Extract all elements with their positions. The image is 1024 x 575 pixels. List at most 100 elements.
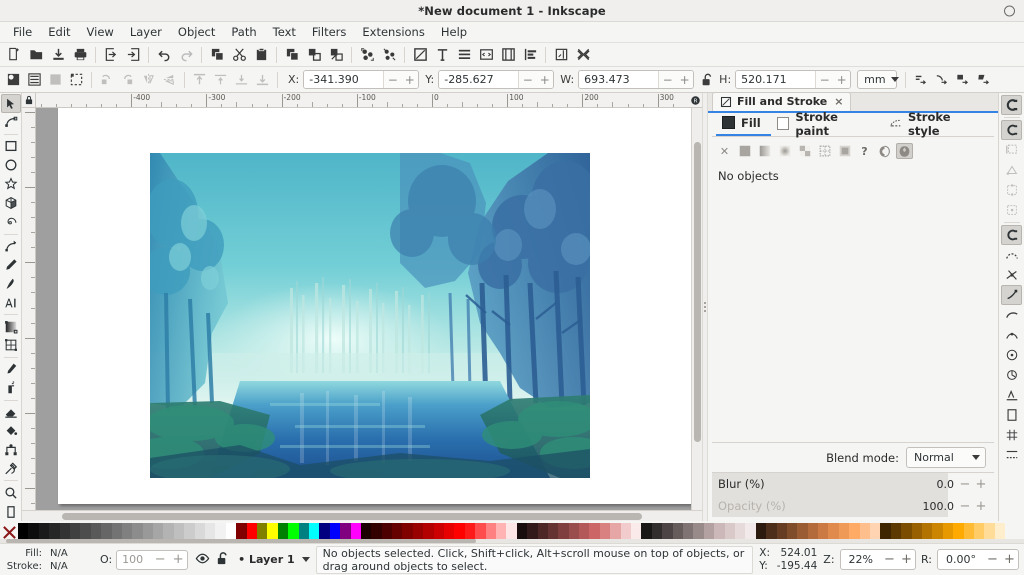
flip-horizontal-icon[interactable] [138, 70, 159, 90]
save-document-icon[interactable] [47, 44, 69, 65]
snap-nodes-toggle[interactable] [1001, 225, 1022, 245]
lower-to-bottom-icon[interactable] [252, 70, 273, 90]
bezier-tool[interactable] [1, 236, 21, 255]
raise-icon[interactable] [210, 70, 231, 90]
spiral-tool[interactable] [1, 213, 21, 232]
horizontal-ruler[interactable]: -400-300-200-1000100200300400500 [36, 93, 688, 107]
layer-combo[interactable]: • Layer 1 [235, 553, 310, 566]
ungroup-icon[interactable] [378, 44, 400, 65]
deselect-icon[interactable] [45, 70, 66, 90]
opacity-slider-row[interactable]: Opacity (%) 100.0 − + [712, 495, 994, 517]
h-field-value[interactable]: 520.171 [736, 71, 815, 88]
selector-tool[interactable] [1, 94, 21, 113]
eraser-tool[interactable] [1, 403, 21, 422]
palette-scrollbar-thumb[interactable] [6, 539, 476, 543]
document-properties-icon[interactable] [497, 44, 519, 65]
artwork-forest-landscape[interactable] [150, 153, 590, 478]
calligraphy-tool[interactable] [1, 274, 21, 293]
opacity-increment-button[interactable]: + [974, 499, 988, 514]
opacity-decrement-button[interactable]: − [151, 552, 169, 567]
x-field-value[interactable]: -341.390 [304, 71, 383, 88]
even-odd-fillrule-button[interactable] [876, 143, 893, 159]
w-decrement-button[interactable]: − [659, 71, 676, 88]
vertical-scrollbar-thumb[interactable] [694, 142, 701, 442]
snap-bbox-edge-toggle[interactable] [1001, 140, 1022, 160]
snap-path-toggle[interactable] [1001, 245, 1022, 265]
units-combo[interactable]: mm [857, 70, 897, 89]
blur-decrement-button[interactable]: − [958, 477, 972, 492]
opacity-decrement-button[interactable]: − [958, 499, 972, 514]
gradient-tool[interactable] [1, 317, 21, 336]
canvas-rotate-icon[interactable]: R [688, 93, 702, 107]
horizontal-scrollbar[interactable] [22, 510, 702, 521]
select-same-icon[interactable] [66, 70, 87, 90]
xml-editor-icon[interactable] [475, 44, 497, 65]
snap-page-border-toggle[interactable] [1001, 405, 1022, 425]
eye-icon[interactable] [195, 551, 210, 569]
snap-object-center-toggle[interactable] [1001, 345, 1022, 365]
no-paint-button[interactable]: ✕ [716, 143, 733, 159]
w-increment-button[interactable]: + [676, 71, 693, 88]
snap-bounding-box-toggle[interactable] [1001, 120, 1022, 140]
mesh-gradient-button[interactable] [816, 143, 833, 159]
x-field[interactable]: -341.390 − + [303, 70, 419, 89]
zoom-increment-button[interactable]: + [898, 552, 915, 567]
flip-vertical-icon[interactable] [159, 70, 180, 90]
menu-edit[interactable]: Edit [40, 23, 78, 41]
y-decrement-button[interactable]: − [519, 71, 536, 88]
horizontal-scrollbar-thumb[interactable] [62, 513, 642, 520]
nonzero-fillrule-button[interactable] [896, 143, 913, 159]
snap-rotation-center-toggle[interactable] [1001, 365, 1022, 385]
text-tool[interactable] [1, 293, 21, 312]
copy-icon[interactable] [206, 44, 228, 65]
fill-stroke-indicator[interactable]: Fill: N/A Stroke: N/A [0, 547, 100, 573]
blur-value[interactable]: 0.0 [937, 478, 959, 491]
unlink-clone-icon[interactable] [325, 44, 347, 65]
unlocked-padlock-icon[interactable] [215, 551, 230, 569]
zoom-tool[interactable] [1, 483, 21, 502]
y-field-value[interactable]: -285.627 [439, 71, 518, 88]
snap-intersection-toggle[interactable] [1001, 265, 1022, 285]
y-increment-button[interactable]: + [536, 71, 553, 88]
question-mark-icon[interactable]: ? [856, 143, 873, 159]
x-increment-button[interactable]: + [401, 71, 418, 88]
h-field[interactable]: 520.171 − + [735, 70, 851, 89]
open-document-icon[interactable] [25, 44, 47, 65]
opacity-spinner[interactable]: 100 − + [116, 550, 188, 570]
radial-gradient-button[interactable] [776, 143, 793, 159]
rotate-ccw-icon[interactable] [96, 70, 117, 90]
x-decrement-button[interactable]: − [384, 71, 401, 88]
align-distribute-icon[interactable] [519, 44, 541, 65]
skew-affect-icon[interactable] [973, 70, 994, 90]
tab-fill[interactable]: Fill [716, 114, 771, 136]
close-icon[interactable]: × [834, 95, 843, 108]
opacity-increment-button[interactable]: + [169, 552, 187, 567]
zoom-decrement-button[interactable]: − [881, 552, 898, 567]
paint-bucket-tool[interactable] [1, 422, 21, 441]
snap-grid-toggle[interactable] [1001, 425, 1022, 445]
undo-icon[interactable] [153, 44, 175, 65]
snap-cusp-node-toggle[interactable] [1001, 285, 1022, 305]
unlocked-padlock-icon[interactable] [696, 70, 717, 90]
scale-affect-icon[interactable] [931, 70, 952, 90]
tool-settings-icon[interactable] [572, 44, 594, 65]
canvas-viewport[interactable] [36, 108, 691, 510]
window-close-button[interactable] [1004, 5, 1015, 16]
menu-path[interactable]: Path [223, 23, 264, 41]
export-icon[interactable] [122, 44, 144, 65]
opacity-spinner-value[interactable]: 100 [117, 553, 151, 566]
blur-slider-row[interactable]: Blur (%) 0.0 − + [712, 473, 994, 495]
layers-dialog-icon[interactable] [453, 44, 475, 65]
vertical-scrollbar[interactable] [691, 108, 702, 510]
snap-bbox-corner-toggle[interactable] [1001, 160, 1022, 180]
menu-filters[interactable]: Filters [304, 23, 354, 41]
ruler-lock-icon[interactable] [22, 93, 36, 107]
menu-help[interactable]: Help [433, 23, 475, 41]
cut-icon[interactable] [228, 44, 250, 65]
menu-file[interactable]: File [5, 23, 40, 41]
fill-stroke-dialog-icon[interactable] [409, 44, 431, 65]
h-increment-button[interactable]: + [833, 71, 850, 88]
ellipse-tool[interactable] [1, 156, 21, 175]
redo-icon[interactable] [175, 44, 197, 65]
y-field[interactable]: -285.627 − + [438, 70, 554, 89]
